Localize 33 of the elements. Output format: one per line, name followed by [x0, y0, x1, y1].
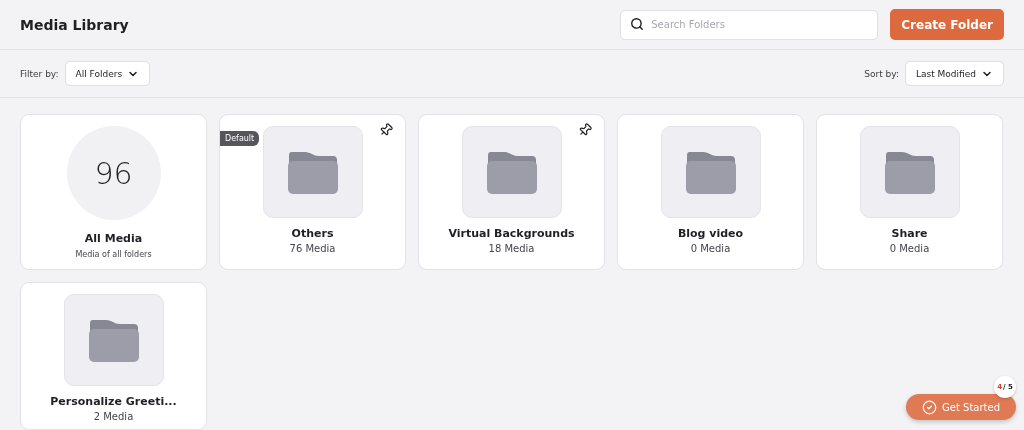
media-count: 0 Media — [690, 243, 731, 254]
check-circle-icon — [922, 399, 938, 415]
folder-card[interactable]: Share 0 Media — [816, 114, 1003, 270]
folder-name: Virtual Backgrounds — [448, 227, 575, 240]
search-icon — [630, 16, 645, 31]
folder-icon — [485, 149, 538, 195]
media-count: 76 Media — [289, 243, 336, 254]
folder-name: Blog video — [677, 227, 744, 240]
folder-name: Others — [291, 227, 334, 240]
folder-name: Personalize Greeti... — [50, 395, 177, 408]
folder-card[interactable]: Virtual Backgrounds 18 Media — [418, 114, 605, 270]
media-count: 18 Media — [488, 243, 535, 254]
media-count: 96 — [66, 126, 161, 220]
folder-icon — [87, 317, 140, 363]
folder-icon — [286, 149, 339, 195]
all-media-card[interactable]: 96 All Media Media of all folders — [20, 114, 207, 270]
folder-icon — [684, 149, 737, 195]
folder-card[interactable]: Blog video 0 Media — [617, 114, 804, 270]
media-count: 0 Media — [889, 243, 930, 254]
card-title: All Media — [84, 232, 143, 245]
folder-name: Share — [891, 227, 928, 240]
default-badge: Default — [220, 131, 260, 146]
sort-label: Sort by: — [864, 68, 899, 79]
folder-icon — [883, 149, 936, 195]
card-subtitle: Media of all folders — [75, 250, 152, 259]
filter-dropdown[interactable]: All Folders — [64, 61, 151, 86]
sort-dropdown[interactable]: Last Modified — [905, 61, 1004, 86]
folder-card[interactable]: Personalize Greeti... 2 Media — [20, 282, 207, 430]
search-field[interactable]: Search Folders — [620, 9, 879, 40]
page-title: Media Library — [20, 16, 129, 33]
folder-card[interactable]: Default Others 76 Media — [219, 114, 406, 270]
media-count: 2 Media — [93, 411, 134, 422]
filter-label: Filter by: — [20, 68, 59, 79]
